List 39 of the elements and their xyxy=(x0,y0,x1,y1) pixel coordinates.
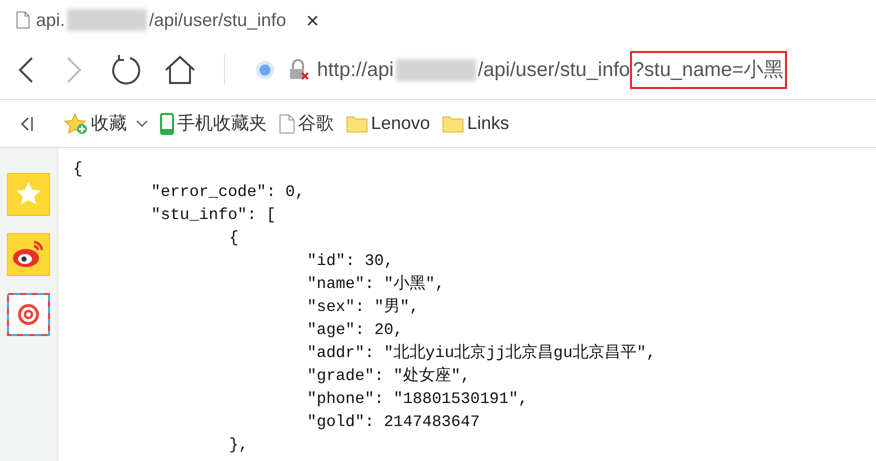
code-line: "grade": "处女座", xyxy=(307,366,470,387)
weibo-icon[interactable] xyxy=(7,233,50,276)
reload-icon[interactable] xyxy=(110,54,142,86)
code-line: "sex": "男", xyxy=(307,297,420,318)
star-plus-icon xyxy=(64,112,88,134)
page-icon xyxy=(16,11,30,29)
browser-tab[interactable]: api. /api/user/stu_info × xyxy=(16,4,319,36)
code-line: "error_code": 0, xyxy=(151,182,305,203)
folder-icon xyxy=(346,114,368,132)
code-line: "stu_info": [ xyxy=(151,205,276,226)
code-line: "phone": "18801530191", xyxy=(307,389,528,410)
code-line: "id": 30, xyxy=(307,251,394,272)
code-line: }, xyxy=(229,435,248,456)
page-icon xyxy=(279,114,295,134)
url-text: /api/user/stu_info xyxy=(478,58,630,82)
home-icon[interactable] xyxy=(164,54,196,84)
bookmark-item[interactable]: 谷歌 xyxy=(279,110,334,137)
tab-title: api. xyxy=(36,8,66,32)
phone-icon xyxy=(160,112,174,134)
chevron-down-icon xyxy=(136,120,148,128)
code-line: "age": 20, xyxy=(307,320,404,341)
radio-dot-icon xyxy=(255,60,275,80)
insecure-lock-icon xyxy=(287,58,309,80)
code-line: "gold": 2147483647 xyxy=(307,412,480,433)
code-line: { xyxy=(73,159,83,180)
code-line: "addr": "北北yiu北京jj北京昌gu北京昌平", xyxy=(307,342,656,364)
code-line: { xyxy=(229,228,239,249)
tab-title: /api/user/stu_info xyxy=(149,8,286,32)
collapse-sidebar-icon[interactable] xyxy=(20,116,34,132)
close-button[interactable]: × xyxy=(306,4,319,36)
bookmark-item[interactable]: Links xyxy=(442,110,510,137)
code-line: "name": "小黑", xyxy=(307,274,445,295)
url-query-highlight: ?stu_name=小黑 xyxy=(630,50,787,88)
bookmark-item[interactable]: 收藏 xyxy=(64,110,148,137)
bookmark-item[interactable]: Lenovo xyxy=(346,110,430,137)
url-text: http://api xyxy=(317,58,394,82)
address-field[interactable]: http://api /api/user/stu_info?stu_name=小黑 xyxy=(317,50,787,88)
folder-icon xyxy=(442,114,464,132)
bookmark-item[interactable]: 手机收藏夹 xyxy=(160,110,267,137)
